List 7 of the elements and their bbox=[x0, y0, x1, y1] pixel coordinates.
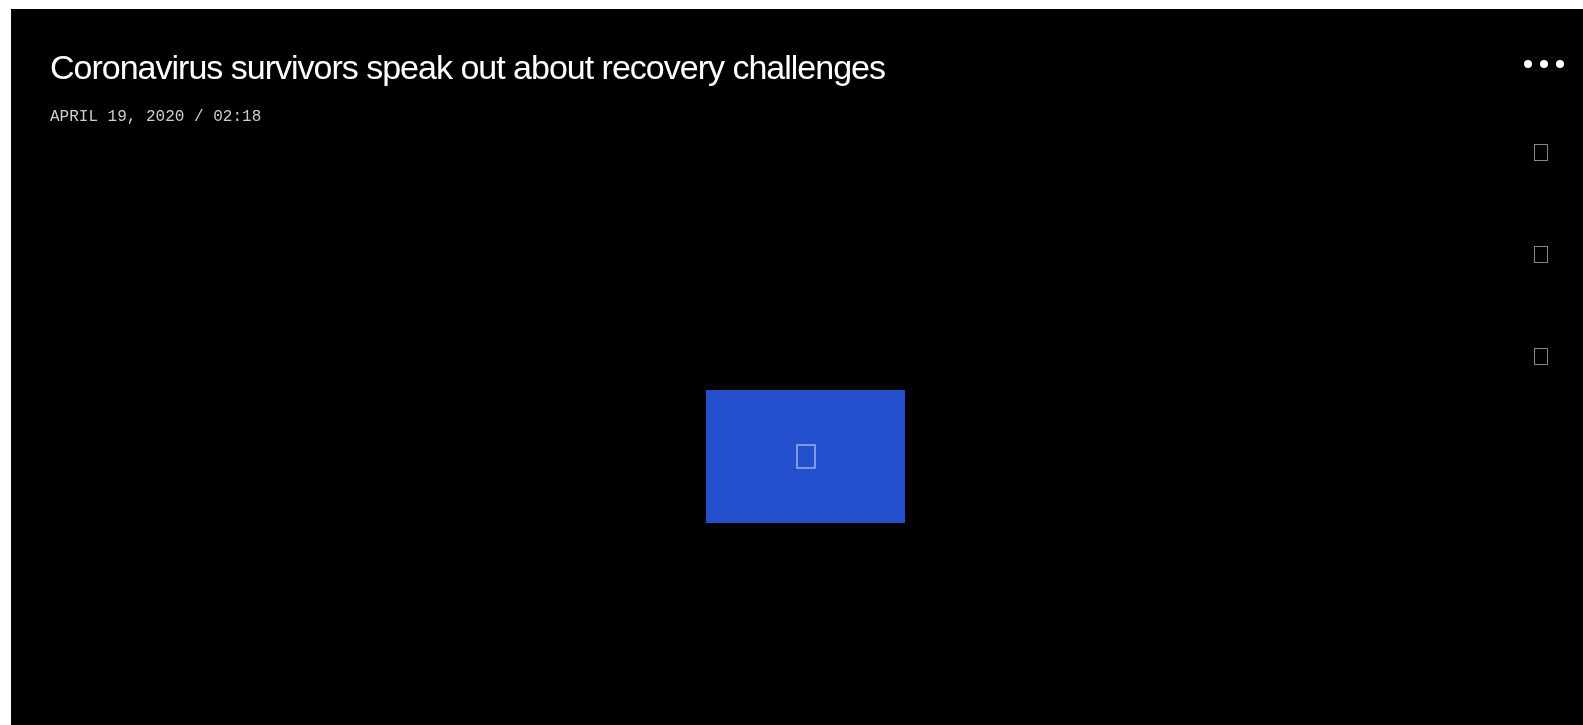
placeholder-glyph-icon bbox=[795, 444, 816, 469]
placeholder-glyph-icon[interactable] bbox=[1534, 348, 1548, 365]
video-title: Coronavirus survivors speak out about recovery challenges bbox=[50, 47, 885, 87]
placeholder-glyph-icon[interactable] bbox=[1534, 246, 1548, 263]
video-date: APRIL 19, 2020 / 02:18 bbox=[50, 107, 263, 127]
placeholder-glyph-icon[interactable] bbox=[1534, 144, 1548, 161]
more-icon[interactable] bbox=[1523, 59, 1565, 69]
